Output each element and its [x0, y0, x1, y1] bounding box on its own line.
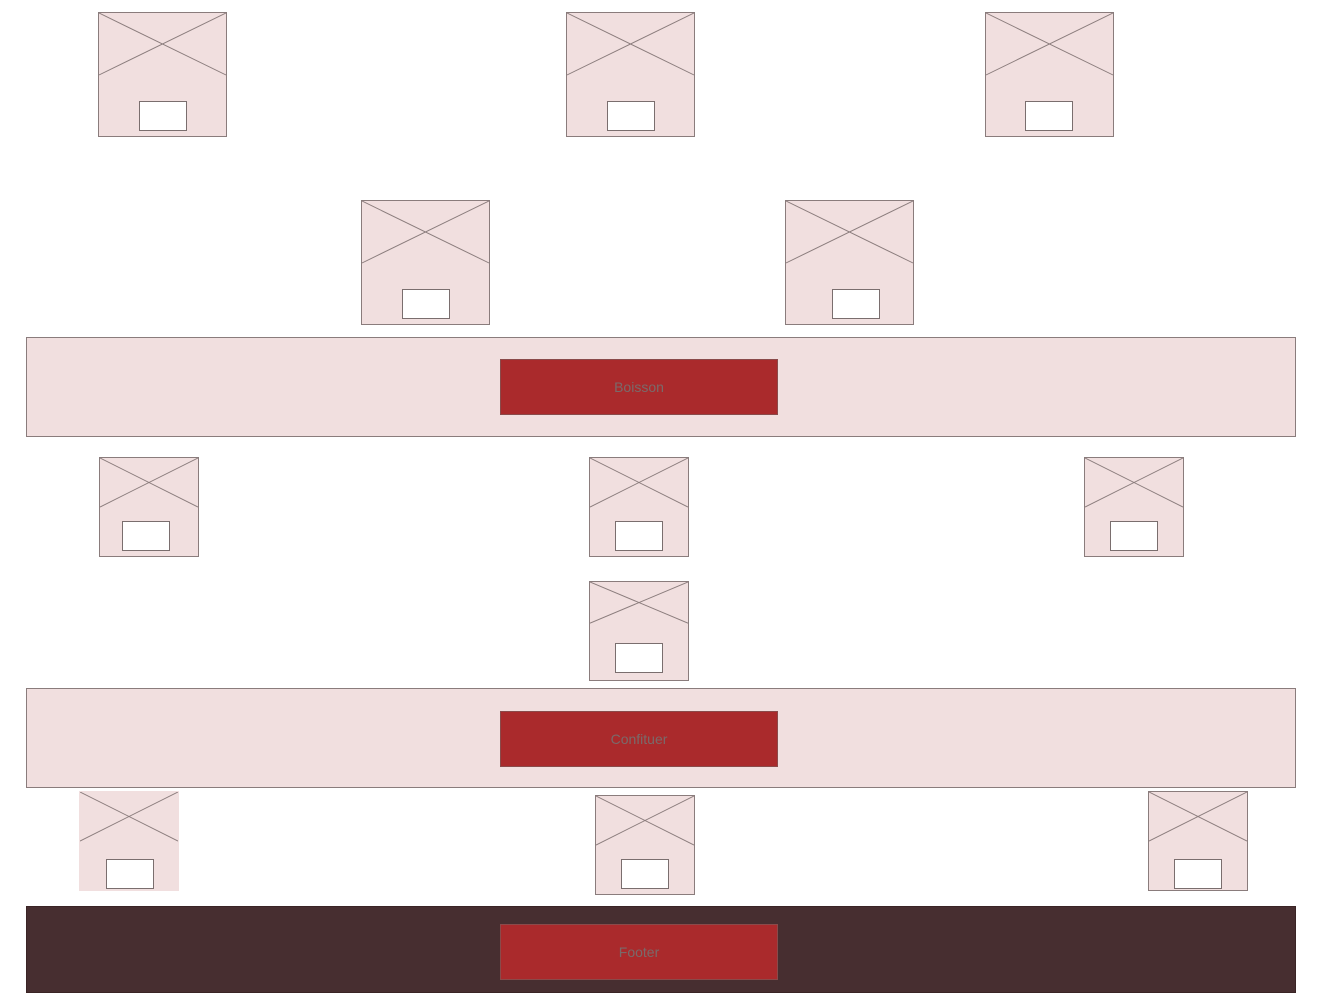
product-label-box[interactable] [615, 521, 663, 551]
product-label-box[interactable] [615, 643, 663, 673]
confituer-item-2[interactable] [595, 795, 695, 895]
confituer-section-band: Confituer [26, 688, 1296, 788]
boisson-item-3[interactable] [1084, 457, 1184, 557]
product-label-box[interactable] [832, 289, 880, 319]
product-label-box[interactable] [106, 859, 154, 889]
product-label-box[interactable] [607, 101, 655, 131]
product-card-top-1[interactable] [98, 12, 227, 137]
boisson-item-1[interactable] [99, 457, 199, 557]
footer: Footer [26, 906, 1296, 993]
product-label-box[interactable] [1110, 521, 1158, 551]
product-card-mid-2[interactable] [785, 200, 914, 325]
confituer-button[interactable]: Confituer [500, 711, 778, 767]
confituer-item-1[interactable] [79, 791, 179, 891]
product-card-top-3[interactable] [985, 12, 1114, 137]
boisson-item-2[interactable] [589, 457, 689, 557]
footer-button[interactable]: Footer [500, 924, 778, 980]
product-label-box[interactable] [139, 101, 187, 131]
product-card-top-2[interactable] [566, 12, 695, 137]
product-label-box[interactable] [1025, 101, 1073, 131]
boisson-button[interactable]: Boisson [500, 359, 778, 415]
confituer-item-3[interactable] [1148, 791, 1248, 891]
boisson-item-4[interactable] [589, 581, 689, 681]
product-label-box[interactable] [402, 289, 450, 319]
product-label-box[interactable] [122, 521, 170, 551]
boisson-section-band: Boisson [26, 337, 1296, 437]
product-label-box[interactable] [1174, 859, 1222, 889]
product-label-box[interactable] [621, 859, 669, 889]
product-card-mid-1[interactable] [361, 200, 490, 325]
